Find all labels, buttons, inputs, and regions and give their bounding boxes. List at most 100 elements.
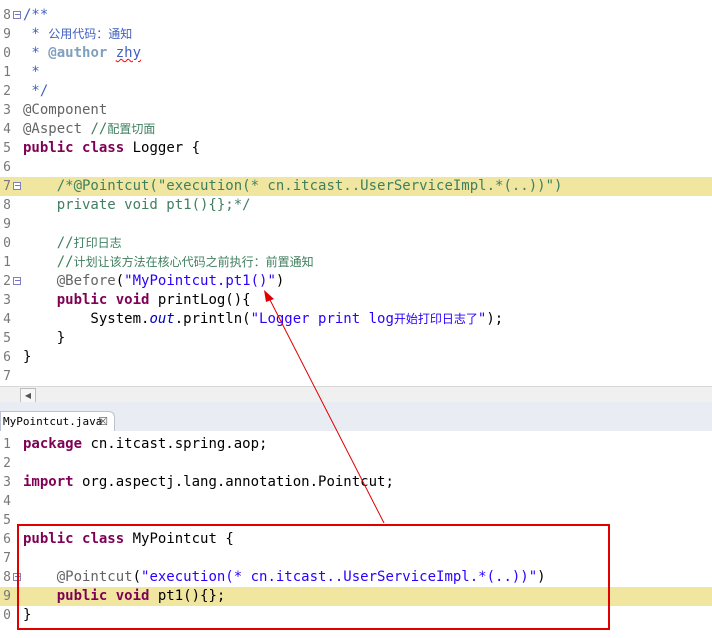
- code-token: /*@Pointcut("execution(* cn.itcast..User…: [56, 178, 563, 194]
- code-token: org.aspectj.lang.annotation.Pointcut;: [73, 474, 394, 490]
- code-line[interactable]: 3 public void printLog(){: [0, 291, 712, 310]
- code-token: @Component: [23, 102, 108, 118]
- code-text: }: [23, 329, 65, 348]
- code-token: package: [23, 436, 83, 452]
- line-number: 9: [3, 27, 11, 42]
- code-line[interactable]: 6: [0, 158, 712, 177]
- code-text: * 公用代码：通知: [23, 25, 132, 44]
- code-text: */: [23, 82, 48, 101]
- code-text: /**: [23, 6, 48, 25]
- code-line[interactable]: 2 */: [0, 82, 712, 101]
- scroll-left-icon[interactable]: ◀: [20, 388, 36, 403]
- editor-tab-bar: MyPointcut.java ☒: [0, 402, 712, 432]
- line-number: 7: [3, 369, 11, 384]
- close-icon[interactable]: ☒: [98, 412, 108, 432]
- code-token: 计划让该方法在核心代码之前执行：前置通知: [73, 255, 314, 269]
- line-number: 3: [3, 475, 11, 490]
- code-text: System.out.println("Logger print log开始打印…: [23, 310, 503, 329]
- code-token: "MyPointcut.pt1()": [124, 273, 276, 289]
- code-line[interactable]: 9 * 公用代码：通知: [0, 25, 712, 44]
- code-line[interactable]: 0 //打印日志: [0, 234, 712, 253]
- code-text: import org.aspectj.lang.annotation.Point…: [23, 473, 394, 492]
- line-number: 8: [3, 198, 11, 213]
- code-line[interactable]: 2− @Before("MyPointcut.pt1()"): [0, 272, 712, 291]
- code-line[interactable]: 1 package cn.itcast.spring.aop;: [0, 435, 712, 454]
- code-token: );: [486, 311, 504, 327]
- code-token: public: [23, 140, 74, 156]
- code-line[interactable]: 2: [0, 454, 712, 473]
- code-line[interactable]: 9: [0, 215, 712, 234]
- line-number: 6: [3, 160, 11, 175]
- line-number: 5: [3, 513, 11, 528]
- code-token: *: [23, 64, 40, 80]
- code-token: printLog(){: [149, 292, 251, 308]
- code-line[interactable]: 5 }: [0, 329, 712, 348]
- code-line[interactable]: 0 * @author zhy: [0, 44, 712, 63]
- code-token: out: [149, 311, 175, 327]
- code-line[interactable]: 8 private void pt1(){};*/: [0, 196, 712, 215]
- code-text: //打印日志: [23, 234, 122, 253]
- line-number: 4: [3, 312, 11, 327]
- fold-toggle-icon[interactable]: −: [13, 11, 21, 19]
- code-token: ): [275, 273, 285, 289]
- code-token: cn.itcast.spring.aop;: [82, 436, 268, 452]
- line-number: 7: [3, 551, 11, 566]
- code-line[interactable]: 7− /*@Pointcut("execution(* cn.itcast..U…: [0, 177, 712, 196]
- code-text: public class Logger {: [23, 139, 200, 158]
- code-text: @Component: [23, 101, 107, 120]
- code-token: //: [23, 254, 74, 270]
- code-token: 开始打印日志了: [393, 312, 478, 326]
- code-token: 公用代码：通知: [48, 27, 133, 41]
- code-token: public: [56, 292, 108, 308]
- code-line[interactable]: 4 System.out.println("Logger print log开始…: [0, 310, 712, 329]
- line-number: 3: [3, 103, 11, 118]
- code-text: * @author zhy: [23, 44, 141, 63]
- code-line[interactable]: 4: [0, 492, 712, 511]
- code-line[interactable]: 6}: [0, 348, 712, 367]
- code-token: *: [23, 45, 49, 61]
- code-token: 打印日志: [73, 236, 122, 250]
- code-line[interactable]: 3 @Component: [0, 101, 712, 120]
- code-token: System.: [23, 311, 150, 327]
- line-number: 9: [3, 217, 11, 232]
- code-line[interactable]: 1 //计划让该方法在核心代码之前执行：前置通知: [0, 253, 712, 272]
- code-token: }: [23, 330, 66, 346]
- fold-toggle-icon[interactable]: −: [13, 182, 21, 190]
- code-token: @Aspect: [23, 121, 83, 137]
- code-token: 配置切面: [107, 122, 156, 136]
- code-line[interactable]: 7: [0, 367, 712, 386]
- line-number: 0: [3, 608, 11, 623]
- top-editor-pane[interactable]: 8−/** 9 * 公用代码：通知 0 * @author zhy 1 * 2 */3 @…: [0, 0, 712, 387]
- line-number: 2: [3, 274, 11, 289]
- code-line[interactable]: 1 *: [0, 63, 712, 82]
- code-token: (: [115, 273, 125, 289]
- code-line[interactable]: 5 public class Logger {: [0, 139, 712, 158]
- fold-toggle-icon[interactable]: −: [13, 277, 21, 285]
- code-text: //计划让该方法在核心代码之前执行：前置通知: [23, 253, 314, 272]
- code-text: public void printLog(){: [23, 291, 251, 310]
- code-token: zhy: [115, 45, 142, 61]
- code-token: *: [23, 26, 49, 42]
- code-token: "Logger print log: [250, 311, 394, 327]
- line-number: 8: [3, 570, 11, 585]
- line-number: 2: [3, 84, 11, 99]
- code-token: //: [90, 121, 108, 137]
- line-number: 1: [3, 65, 11, 80]
- code-token: //: [23, 235, 74, 251]
- code-text: *: [23, 63, 40, 82]
- tab-mypointcut-java[interactable]: MyPointcut.java ☒: [0, 411, 115, 431]
- line-number: 1: [3, 255, 11, 270]
- horizontal-scrollbar[interactable]: ◀: [0, 386, 712, 403]
- code-line[interactable]: 3 import org.aspectj.lang.annotation.Poin…: [0, 473, 712, 492]
- code-line[interactable]: 8−/**: [0, 6, 712, 25]
- line-number: 8: [3, 8, 11, 23]
- code-line[interactable]: 4 @Aspect //配置切面: [0, 120, 712, 139]
- code-token: @author: [48, 45, 108, 61]
- code-token: }: [23, 349, 32, 365]
- code-token: void: [115, 292, 150, 308]
- code-text: }: [23, 348, 31, 367]
